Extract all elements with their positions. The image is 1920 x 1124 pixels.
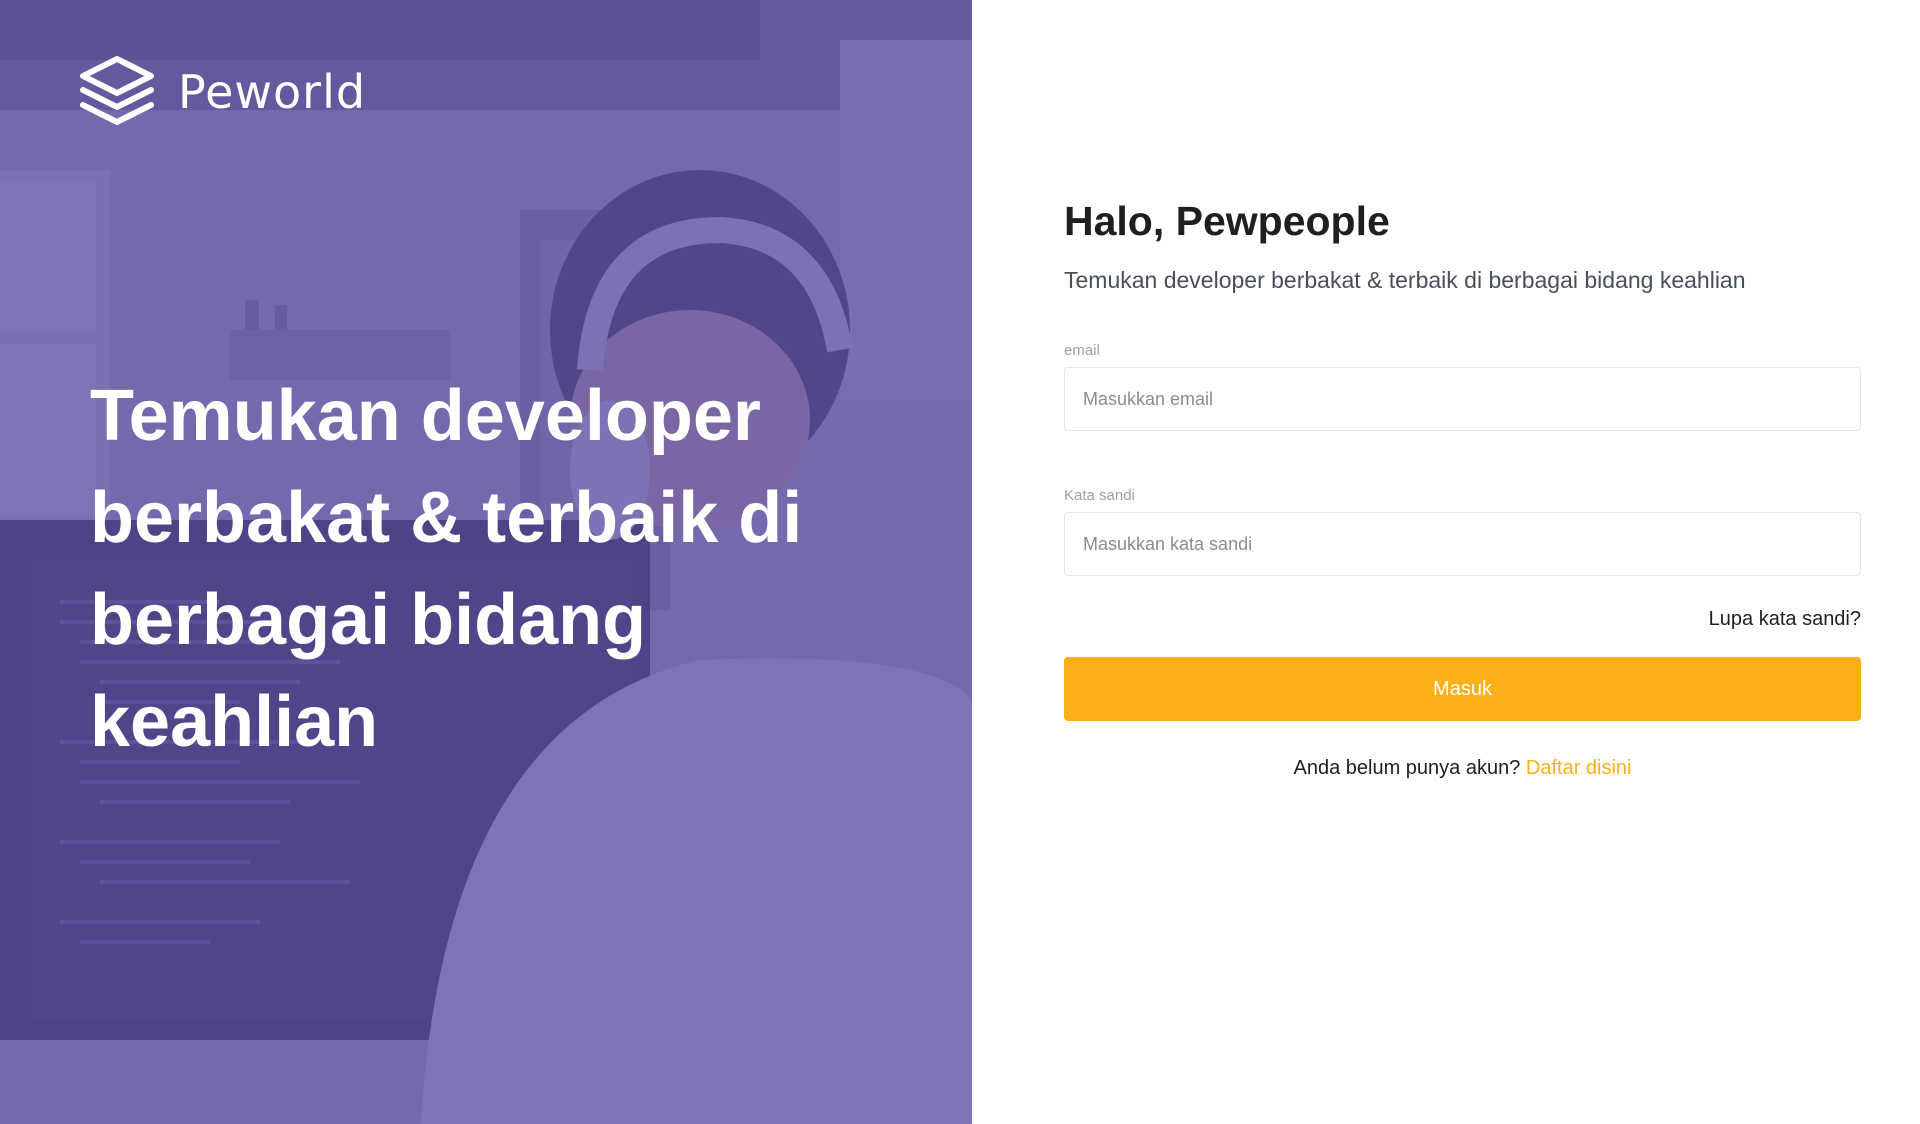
signup-prompt: Anda belum punya akun? <box>1293 757 1526 779</box>
hero-heading: Temukan developer berbakat & terbaik di … <box>90 376 803 762</box>
layers-icon <box>78 54 156 130</box>
login-page: Peworld Temukan developer berbakat & ter… <box>0 0 1920 1124</box>
hero-panel: Peworld Temukan developer berbakat & ter… <box>0 0 972 1124</box>
brand-logo[interactable]: Peworld <box>78 54 366 130</box>
page-title: Halo, Pewpeople <box>1064 198 1390 244</box>
forgot-password-row: Lupa kata sandi? <box>1064 608 1861 631</box>
page-subtitle: Temukan developer berbakat & terbaik di … <box>1064 267 1746 293</box>
login-panel: Halo, Pewpeople Temukan developer berbak… <box>972 0 1920 1124</box>
brand-name: Peworld <box>178 65 367 119</box>
signup-row: Anda belum punya akun? Daftar disini <box>1064 757 1861 780</box>
login-button[interactable]: Masuk <box>1064 657 1861 721</box>
password-field[interactable] <box>1064 512 1861 576</box>
password-label: Kata sandi <box>1064 487 1135 504</box>
email-field-group: email <box>1064 342 1861 431</box>
password-field-group: Kata sandi <box>1064 487 1861 576</box>
signup-link[interactable]: Daftar disini <box>1526 757 1632 779</box>
login-form: Halo, Pewpeople Temukan developer berbak… <box>1064 196 1861 780</box>
email-label: email <box>1064 342 1100 359</box>
email-field[interactable] <box>1064 367 1861 431</box>
forgot-password-link[interactable]: Lupa kata sandi? <box>1709 608 1861 630</box>
